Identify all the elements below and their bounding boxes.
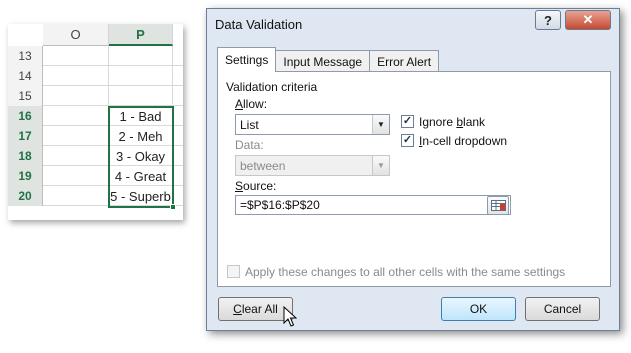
in-cell-dropdown-label[interactable]: In-cell dropdown <box>419 134 507 148</box>
row-number[interactable]: 20 <box>8 186 43 206</box>
cell-p20[interactable]: 5 - Superb <box>109 186 173 206</box>
sheet-row: 15 <box>8 86 183 106</box>
range-picker-button[interactable] <box>487 196 509 215</box>
cell-p17[interactable]: 2 - Meh <box>109 126 173 146</box>
row-number[interactable]: 14 <box>8 66 43 86</box>
fill-handle[interactable] <box>170 204 176 210</box>
row-number[interactable]: 17 <box>8 126 43 146</box>
cell-p15[interactable] <box>109 86 173 106</box>
tab-control: Settings Input Message Error Alert Valid… <box>217 47 611 291</box>
column-header-p[interactable]: P <box>109 24 173 46</box>
cell-o15[interactable] <box>43 86 109 106</box>
cell-o20[interactable] <box>43 186 109 206</box>
tab-strip: Settings Input Message Error Alert <box>217 47 440 72</box>
tab-error-alert[interactable]: Error Alert <box>369 50 440 72</box>
cell-p14[interactable] <box>109 66 173 86</box>
mouse-pointer-icon <box>283 306 297 327</box>
ok-button[interactable]: OK <box>441 297 516 321</box>
sheet-row: 19 4 - Great <box>8 166 183 186</box>
apply-all-checkbox <box>227 265 240 278</box>
range-picker-icon <box>490 200 506 211</box>
close-icon: ✕ <box>582 12 594 27</box>
cell-o13[interactable] <box>43 46 109 66</box>
row-number[interactable]: 13 <box>8 46 43 66</box>
sheet-row: 14 <box>8 66 183 86</box>
cell-p13[interactable] <box>109 46 173 66</box>
allow-value: List <box>240 118 259 132</box>
settings-panel: Validation criteria Allow: List ▼ ✓ Igno… <box>217 71 611 287</box>
source-label: Source: <box>235 179 277 193</box>
in-cell-dropdown-checkbox[interactable]: ✓ <box>401 134 414 147</box>
apply-all-label: Apply these changes to all other cells w… <box>245 265 566 279</box>
dropdown-arrow-icon[interactable]: ▼ <box>372 115 389 134</box>
row-number[interactable]: 15 <box>8 86 43 106</box>
sheet-row: 20 5 - Superb <box>8 186 183 206</box>
close-button[interactable]: ✕ <box>565 10 611 30</box>
title-bar[interactable]: Data Validation ? ✕ <box>207 9 619 39</box>
sheet-row: 13 <box>8 46 183 66</box>
sheet-row: 17 2 - Meh <box>8 126 183 146</box>
column-header-o[interactable]: O <box>43 24 109 46</box>
cell-p16[interactable]: 1 - Bad <box>109 106 173 126</box>
tab-settings[interactable]: Settings <box>217 47 277 72</box>
cell-o17[interactable] <box>43 126 109 146</box>
validation-criteria-heading: Validation criteria <box>226 80 318 94</box>
question-icon: ? <box>544 12 552 28</box>
help-button[interactable]: ? <box>535 10 561 30</box>
sheet-row: 16 1 - Bad <box>8 106 183 126</box>
tab-input-message[interactable]: Input Message <box>275 50 371 72</box>
row-number[interactable]: 16 <box>8 106 43 126</box>
ignore-blank-label[interactable]: Ignore blank <box>419 115 485 129</box>
allow-select[interactable]: List ▼ <box>235 114 390 135</box>
dropdown-arrow-icon: ▼ <box>372 156 389 175</box>
data-label: Data: <box>235 138 264 152</box>
data-value: between <box>240 159 286 173</box>
cell-o14[interactable] <box>43 66 109 86</box>
cell-p19[interactable]: 4 - Great <box>109 166 173 186</box>
sheet-row: 18 3 - Okay <box>8 146 183 166</box>
row-number[interactable]: 18 <box>8 146 43 166</box>
cell-p18[interactable]: 3 - Okay <box>109 146 173 166</box>
spreadsheet-fragment: O P 13 14 15 16 1 - Bad 17 2 - Meh 18 3 … <box>8 24 183 220</box>
data-select: between ▼ <box>235 155 390 176</box>
allow-label: Allow: <box>235 97 268 111</box>
cancel-button[interactable]: Cancel <box>525 297 600 321</box>
clear-all-button[interactable]: Clear All <box>218 297 293 321</box>
cell-o19[interactable] <box>43 166 109 186</box>
data-validation-dialog: Data Validation ? ✕ Settings Input Messa… <box>206 8 620 331</box>
cell-o16[interactable] <box>43 106 109 126</box>
dialog-title: Data Validation <box>215 17 303 32</box>
ignore-blank-checkbox[interactable]: ✓ <box>401 115 414 128</box>
cell-o18[interactable] <box>43 146 109 166</box>
source-input[interactable]: =$P$16:$P$20 <box>235 195 511 215</box>
row-number[interactable]: 19 <box>8 166 43 186</box>
